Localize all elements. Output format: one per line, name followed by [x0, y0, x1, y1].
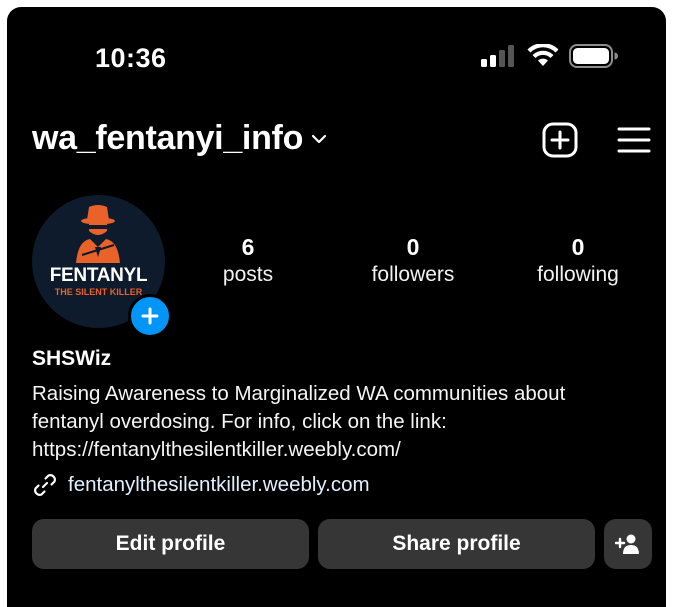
stat-following-value: 0 — [571, 234, 585, 260]
stat-posts-value: 6 — [241, 234, 255, 260]
signal-icon — [481, 45, 514, 67]
avatar-text-fentanyl: FENTANYL — [49, 265, 148, 286]
wifi-icon — [527, 44, 559, 66]
bio-line: Raising Awareness to Marginalized WA com… — [32, 382, 566, 405]
plus-icon — [141, 307, 159, 325]
status-icons — [481, 43, 619, 69]
chevron-down-icon[interactable] — [311, 133, 327, 145]
add-story-button[interactable] — [128, 294, 172, 338]
share-profile-button[interactable]: Share profile — [318, 519, 595, 569]
stat-followers-label: followers — [371, 263, 455, 286]
bio-text: Raising Awareness to Marginalized WA com… — [32, 380, 652, 464]
profile-screen: 10:36 wa_fentanyi_info FENTANYL THE SILE… — [7, 7, 666, 607]
add-person-icon — [615, 534, 639, 554]
status-time: 10:36 — [95, 43, 167, 73]
stat-following[interactable]: 0 following — [508, 233, 648, 289]
profile-link[interactable]: fentanylthesilentkiller.weebly.com — [32, 472, 370, 498]
stat-posts[interactable]: 6 posts — [178, 233, 318, 289]
battery-icon — [569, 44, 618, 68]
menu-icon[interactable] — [617, 125, 651, 155]
bio-line: https://fentanylthesilentkiller.weebly.c… — [32, 438, 401, 461]
display-name: SHSWiz — [32, 347, 112, 370]
new-post-icon[interactable] — [542, 122, 578, 158]
stat-posts-label: posts — [222, 263, 274, 286]
stat-followers[interactable]: 0 followers — [343, 233, 483, 289]
link-icon — [34, 474, 56, 496]
username-text: wa_fentanyi_info — [32, 119, 304, 157]
discover-people-button[interactable] — [604, 519, 652, 569]
stat-following-label: following — [537, 263, 619, 286]
bio-line: fentanyl overdosing. For info, click on … — [32, 410, 447, 433]
profile-link-text: fentanylthesilentkiller.weebly.com — [68, 473, 370, 496]
profile-username[interactable]: wa_fentanyi_info — [32, 119, 327, 158]
edit-profile-button[interactable]: Edit profile — [32, 519, 309, 569]
stat-followers-value: 0 — [406, 234, 420, 260]
